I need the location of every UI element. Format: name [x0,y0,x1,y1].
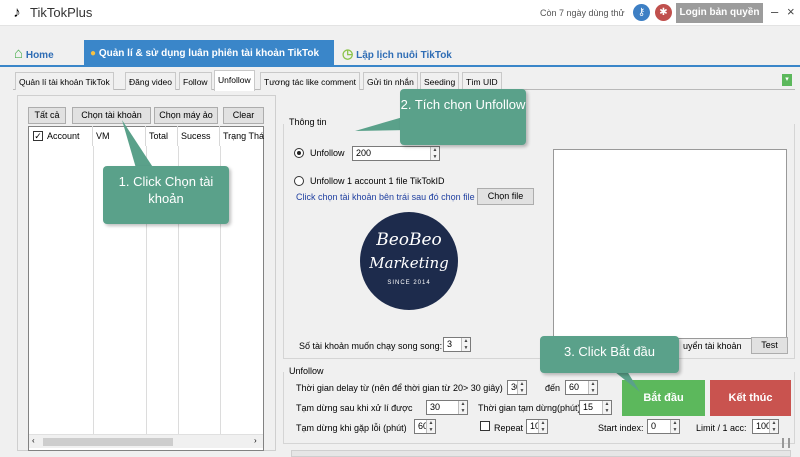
callout-click-start: 3. Click Bắt đầu [540,336,679,373]
callout-pointers [122,115,640,392]
callout-choose-account: 1. Click Chọn tài khoản [103,166,229,224]
callout-check-unfollow: 2. Tích chọn Unfollow [400,89,526,145]
